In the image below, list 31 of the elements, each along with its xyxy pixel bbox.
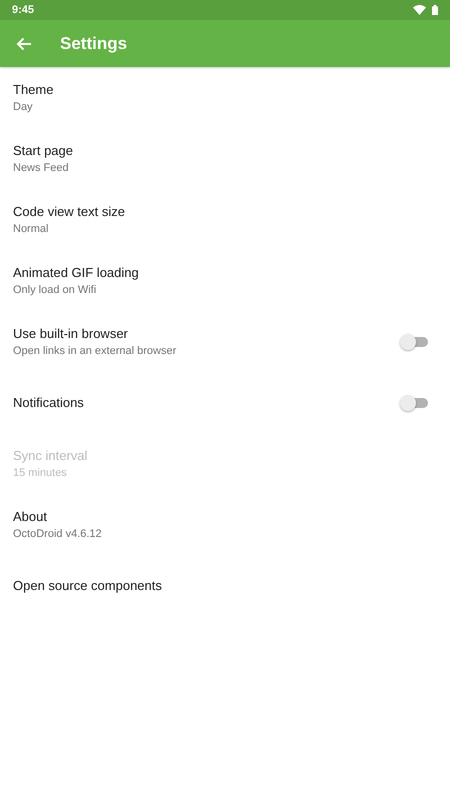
setting-title: Sync interval — [13, 448, 88, 463]
toggle-switch[interactable] — [400, 394, 428, 410]
back-arrow-icon[interactable] — [16, 36, 32, 50]
setting-title: Open source components — [13, 578, 163, 593]
setting-title: Code view text size — [13, 204, 126, 219]
setting-title: Notifications — [13, 395, 85, 410]
settings-item[interactable]: Code view text size Normal — [0, 189, 450, 250]
setting-title: Start page — [13, 143, 74, 158]
setting-summary: Open links in an external browser — [13, 345, 178, 357]
settings-item[interactable]: About OctoDroid v4.6.12 — [0, 494, 450, 555]
setting-summary: News Feed — [13, 162, 70, 174]
screen-title: Settings — [60, 34, 128, 54]
setting-summary: Day — [13, 101, 34, 113]
setting-title: Theme — [13, 82, 54, 97]
toggle-switch[interactable] — [400, 334, 428, 350]
setting-summary: Only load on Wifi — [13, 284, 98, 296]
settings-item[interactable]: Use built-in browser Open links in an external browser — [0, 311, 450, 372]
setting-summary: Normal — [13, 223, 50, 235]
settings-item[interactable]: Notifications — [0, 372, 450, 433]
settings-item[interactable]: Animated GIF loading Only load on Wifi — [0, 250, 450, 311]
setting-title: About — [13, 509, 48, 524]
status-time: 9:45 — [12, 4, 36, 16]
settings-item[interactable]: Open source components — [0, 555, 450, 616]
wifi-icon — [413, 5, 426, 15]
setting-title: Use built-in browser — [13, 326, 129, 341]
setting-summary: 15 minutes — [13, 467, 68, 479]
settings-item[interactable]: Start page News Feed — [0, 128, 450, 189]
setting-summary: OctoDroid v4.6.12 — [13, 528, 103, 540]
settings-item[interactable]: Theme Day — [0, 67, 450, 128]
battery-icon — [432, 5, 438, 15]
setting-title: Animated GIF loading — [13, 265, 140, 280]
